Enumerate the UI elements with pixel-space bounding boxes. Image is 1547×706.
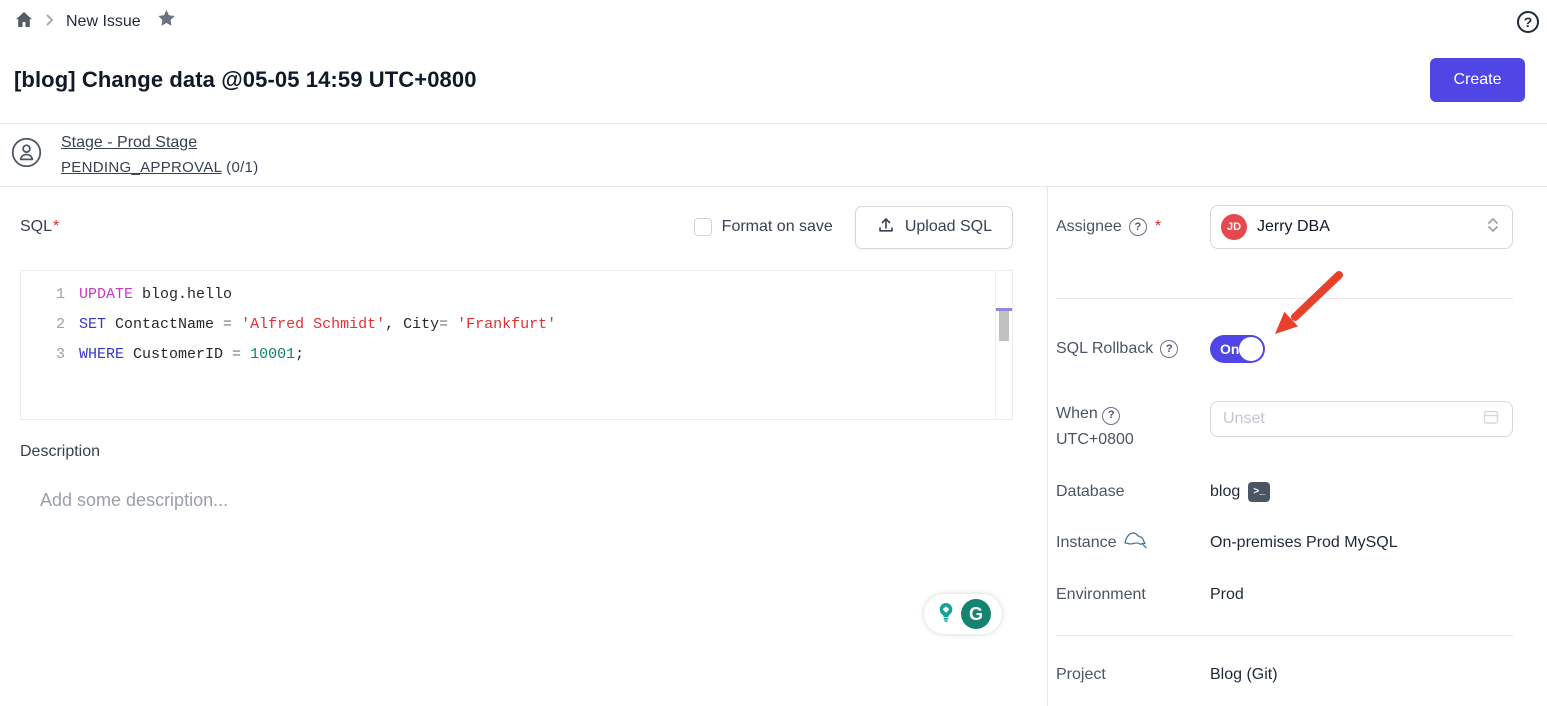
main-column: SQL* Format on save Upload SQL: [0, 187, 1048, 706]
sql-editor[interactable]: 1UPDATE blog.hello2SET ContactName = 'Al…: [20, 270, 1013, 420]
upload-sql-label: Upload SQL: [905, 218, 992, 236]
assignee-row: Assignee ? * JD Jerry DBA: [1056, 205, 1513, 249]
instance-value: On-premises Prod MySQL: [1210, 534, 1398, 552]
code-token: 'Frankfurt': [457, 316, 556, 333]
assignee-value: Jerry DBA: [1257, 218, 1476, 236]
code-token: UPDATE: [79, 286, 133, 303]
when-input-field[interactable]: [1223, 410, 1482, 428]
assignee-required-mark: *: [1155, 218, 1161, 236]
content: SQL* Format on save Upload SQL: [0, 187, 1547, 706]
assignee-help-icon[interactable]: ?: [1129, 218, 1147, 236]
sql-terminal-icon[interactable]: >_: [1248, 482, 1270, 502]
code-token: ;: [295, 346, 304, 363]
code-token: CustomerID: [124, 346, 232, 363]
home-icon[interactable]: [14, 10, 34, 35]
database-label: Database: [1056, 483, 1125, 501]
sql-label: SQL: [20, 218, 52, 235]
title-bar: [blog] Change data @05-05 14:59 UTC+0800…: [0, 36, 1547, 124]
chevron-up-down-icon: [1486, 215, 1500, 240]
chevron-right-icon: [45, 13, 55, 31]
calendar-icon: [1482, 408, 1500, 431]
sql-rollback-help-icon[interactable]: ?: [1160, 340, 1178, 358]
format-on-save-checkbox[interactable]: [694, 218, 712, 236]
star-icon[interactable]: [156, 9, 177, 35]
upload-sql-button[interactable]: Upload SQL: [855, 206, 1013, 249]
sql-editor-lines: 1UPDATE blog.hello2SET ContactName = 'Al…: [21, 271, 1012, 369]
description-label: Description: [20, 443, 1013, 461]
line-number: 3: [21, 346, 79, 363]
help-icon[interactable]: ?: [1517, 11, 1539, 33]
code-token: [448, 316, 457, 333]
database-row: Database blog >_: [1056, 482, 1513, 502]
code-token: blog.hello: [133, 286, 232, 303]
assignee-label: Assignee: [1056, 218, 1122, 236]
project-value: Blog (Git): [1210, 666, 1278, 684]
environment-label: Environment: [1056, 586, 1146, 604]
lightbulb-icon[interactable]: [935, 601, 957, 628]
stage-link[interactable]: Stage - Prod Stage: [61, 134, 197, 151]
when-help-icon[interactable]: ?: [1102, 407, 1120, 425]
description-input[interactable]: Add some description...: [40, 490, 1013, 511]
database-value: blog: [1210, 483, 1240, 501]
project-label: Project: [1056, 666, 1106, 684]
code-token: =: [232, 346, 241, 363]
editor-scrollbar: [995, 271, 1012, 419]
code-token: SET: [79, 316, 106, 333]
grammarly-icon[interactable]: G: [961, 599, 991, 629]
format-on-save-label: Format on save: [722, 218, 833, 236]
instance-row: Instance On-premises Prod MySQL: [1056, 530, 1513, 555]
toggle-on-label: On: [1220, 341, 1239, 357]
topbar: New Issue ?: [0, 0, 1547, 36]
editor-scrollbar-thumb[interactable]: [999, 311, 1009, 341]
page-title: [blog] Change data @05-05 14:59 UTC+0800: [14, 67, 477, 93]
code-line: 3WHERE CustomerID = 10001;: [21, 339, 1012, 369]
line-number: 2: [21, 316, 79, 333]
code-token: [232, 316, 241, 333]
assignee-avatar-icon: [11, 137, 42, 173]
stage-strip: Stage - Prod Stage PENDING_APPROVAL (0/1…: [0, 124, 1547, 187]
sql-rollback-toggle[interactable]: On: [1210, 335, 1265, 363]
code-line: 1UPDATE blog.hello: [21, 279, 1012, 309]
code-token: =: [439, 316, 448, 333]
stage-status-link[interactable]: PENDING_APPROVAL: [61, 159, 222, 176]
code-token: , City: [385, 316, 439, 333]
when-timezone: UTC+0800: [1056, 427, 1210, 453]
new-issue-page: New Issue ? [blog] Change data @05-05 14…: [0, 0, 1547, 706]
environment-row: Environment Prod: [1056, 586, 1513, 604]
grammarly-widget: G: [924, 594, 1002, 634]
sidebar-divider: [1056, 298, 1513, 299]
sql-required-mark: *: [53, 218, 59, 235]
sql-header-row: SQL* Format on save Upload SQL: [20, 205, 1013, 249]
mysql-dolphin-icon: [1123, 530, 1149, 555]
code-token: 'Alfred Schmidt': [241, 316, 385, 333]
sidebar-divider: [1056, 635, 1513, 636]
when-date-input[interactable]: [1210, 401, 1513, 437]
line-number: 1: [21, 286, 79, 303]
assignee-avatar: JD: [1221, 214, 1247, 240]
code-token: [241, 346, 250, 363]
code-token: ContactName: [106, 316, 223, 333]
when-label: When: [1056, 405, 1098, 422]
when-row: When ? UTC+0800: [1056, 401, 1513, 452]
code-line: 2SET ContactName = 'Alfred Schmidt', Cit…: [21, 309, 1012, 339]
breadcrumb-current: New Issue: [66, 13, 141, 31]
sql-rollback-row: SQL Rollback ? On: [1056, 335, 1513, 363]
assignee-select[interactable]: JD Jerry DBA: [1210, 205, 1513, 249]
create-button[interactable]: Create: [1430, 58, 1525, 102]
toggle-knob: [1239, 337, 1263, 361]
sql-rollback-label: SQL Rollback: [1056, 340, 1153, 358]
project-row: Project Blog (Git): [1056, 666, 1513, 684]
code-token: =: [223, 316, 232, 333]
upload-icon: [876, 215, 896, 240]
code-token: WHERE: [79, 346, 124, 363]
code-token: 10001: [250, 346, 295, 363]
instance-label: Instance: [1056, 534, 1116, 552]
stage-progress: (0/1): [226, 159, 258, 176]
breadcrumb: New Issue: [14, 9, 177, 35]
environment-value: Prod: [1210, 586, 1244, 604]
sidebar: Assignee ? * JD Jerry DBA SQ: [1048, 187, 1547, 706]
